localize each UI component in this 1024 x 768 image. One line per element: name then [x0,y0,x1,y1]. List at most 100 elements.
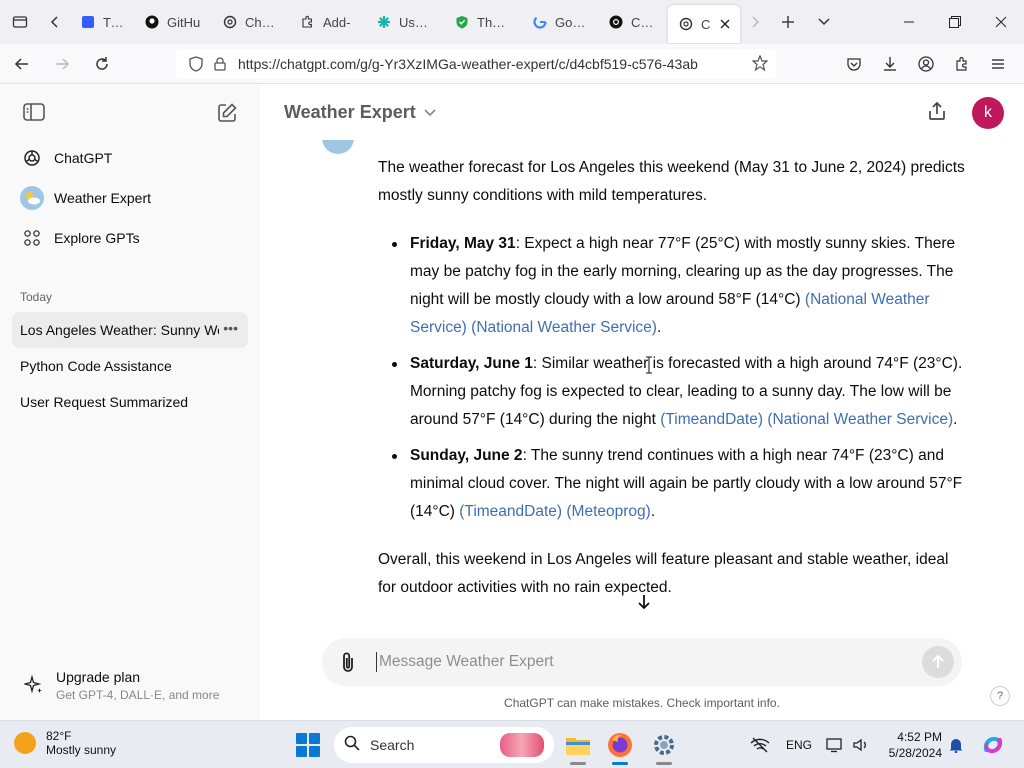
sidebar-chat-label: User Request Summarized [20,394,189,410]
close-window-icon[interactable] [978,0,1024,44]
forward-arrow-icon[interactable] [44,48,80,80]
send-arrow-icon[interactable] [922,646,954,678]
sidebar-chat-python-code-assistance[interactable]: Python Code Assistance [12,348,248,384]
chat-options-ellipsis-icon[interactable]: ••• [219,320,238,336]
new-tab-plus-icon[interactable] [770,0,806,44]
account-icon[interactable] [908,48,944,80]
citation-link[interactable]: (Meteoprog) [566,503,650,520]
weather-desc: Mostly sunny [46,743,117,757]
display-icon[interactable] [826,721,844,768]
user-avatar[interactable]: k [972,97,1004,129]
sidebar-chat-label: Los Angeles Weather: Sunny We [20,322,225,338]
tab-title: Googl [555,14,588,30]
sidebar-chat-user-request-summarized[interactable]: User Request Summarized [12,384,248,420]
windows-start-icon[interactable] [296,733,320,757]
tab-overview-icon[interactable] [0,0,40,44]
lock-icon[interactable] [208,57,232,71]
citation-link[interactable]: (National Weather Service) [471,319,657,336]
browser-tab[interactable]: Add- [290,0,366,44]
taskbar-search[interactable]: Search [334,727,554,763]
browser-nav-bar: https://chatgpt.com/g/g-Yr3XzIMGa-weathe… [0,44,1024,84]
system-clock[interactable]: 4:52 PM 5/28/2024 [880,729,942,761]
reload-icon[interactable] [84,48,120,80]
message-intro: The weather forecast for Los Angeles thi… [378,159,965,204]
chevron-down-icon [424,106,436,120]
browser-tab[interactable]: Tiny [70,0,134,44]
text-cursor-icon [645,356,653,377]
list-item: Sunday, June 2: The sunny trend continue… [392,442,968,526]
browser-tab[interactable]: ChatG [212,0,290,44]
scroll-down-arrow-icon[interactable] [632,590,656,614]
language-indicator[interactable]: ENG [786,721,812,768]
disclaimer-text: ChatGPT can make mistakes. Check importa… [504,696,780,710]
browser-tab[interactable]: User F [366,0,444,44]
file-explorer-icon[interactable] [562,729,594,765]
downloads-icon[interactable] [872,48,908,80]
browser-tab[interactable]: Chat [598,0,668,44]
sidebar-section-today: Today [20,290,53,304]
app-menu-icon[interactable] [980,48,1016,80]
share-icon[interactable] [926,100,948,127]
maximize-window-icon[interactable] [932,0,978,44]
sidebar-item-explore-gpts[interactable]: Explore GPTs [0,218,260,258]
search-label: Search [370,737,415,753]
sidebar-item-chatgpt[interactable]: ChatGPT [0,138,260,178]
browser-tab[interactable]: Thank [444,0,522,44]
shield-check-icon [454,14,470,30]
browser-tab[interactable]: Googl [522,0,598,44]
tab-title: Thank [477,14,512,30]
google-icon [532,14,548,30]
copilot-icon[interactable] [980,721,1006,768]
sidebar-chat-los-angeles-weather[interactable]: Los Angeles Weather: Sunny We ••• [12,312,248,348]
message-input[interactable]: Message Weather Expert [376,652,922,672]
zapier-icon [376,14,392,30]
list-all-tabs-chevron-icon[interactable] [806,0,842,44]
day-label: Saturday, June 1 [410,355,533,372]
message-composer[interactable]: Message Weather Expert [322,638,962,686]
openai-icon [222,14,238,30]
speaker-icon[interactable] [852,721,870,768]
weather-expert-icon [20,186,44,210]
sidebar-item-weather-expert[interactable]: Weather Expert [0,178,260,218]
pocket-icon[interactable] [836,48,872,80]
citation-link[interactable]: (TimeandDate) [660,411,763,428]
network-icon[interactable] [750,721,770,768]
search-icon [344,735,360,756]
browser-tab[interactable]: GitHu [134,0,212,44]
upgrade-plan-button[interactable]: Upgrade plan Get GPT-4, DALL·E, and more [20,669,219,702]
notification-bell-icon[interactable] [948,721,964,768]
search-highlight-image [500,733,544,757]
address-bar[interactable]: https://chatgpt.com/g/g-Yr3XzIMGa-weathe… [176,49,776,79]
tabs-scroll-right-icon[interactable] [740,0,770,44]
extensions-puzzle-icon[interactable] [944,48,980,80]
sidebar-toggle-icon[interactable] [22,102,46,127]
bookmark-star-icon[interactable] [751,54,769,74]
close-tab-icon[interactable] [720,16,730,32]
running-indicator [612,762,628,765]
day-label: Friday, May 31 [410,235,516,252]
url-text[interactable]: https://chatgpt.com/g/g-Yr3XzIMGa-weathe… [238,56,708,72]
tabs-scroll-left-icon[interactable] [40,0,70,44]
new-chat-icon[interactable] [216,102,238,129]
chat-sidebar: ChatGPT Weather Expert Explore GPTs Toda… [0,84,260,720]
citation-link[interactable]: (National Weather Service) [767,411,953,428]
tab-title: GitHu [167,14,201,30]
tab-title: Ch [701,16,710,32]
settings-gear-icon[interactable] [648,729,680,765]
forecast-list: Friday, May 31: Expect a high near 77°F … [378,230,968,526]
browser-tab[interactable]: Ch [668,5,740,43]
attach-paperclip-icon[interactable] [324,651,372,673]
citation-link[interactable]: (TimeandDate) [459,503,562,520]
weather-widget[interactable]: 82°F Mostly sunny [14,729,116,757]
firefox-icon[interactable] [604,729,636,765]
gpt-model-selector[interactable]: Weather Expert [284,102,436,123]
threads-icon [608,14,624,30]
back-arrow-icon[interactable] [4,48,40,80]
chat-main-area: Weather Expert k Searched 5 sites The we… [260,84,1024,720]
upgrade-plan-title: Upgrade plan [56,669,141,685]
github-icon [144,14,160,30]
tracking-shield-icon[interactable] [184,56,208,72]
help-question-icon[interactable]: ? [990,686,1010,706]
minimize-window-icon[interactable] [886,0,932,44]
sidebar-chat-label: Python Code Assistance [20,358,172,374]
